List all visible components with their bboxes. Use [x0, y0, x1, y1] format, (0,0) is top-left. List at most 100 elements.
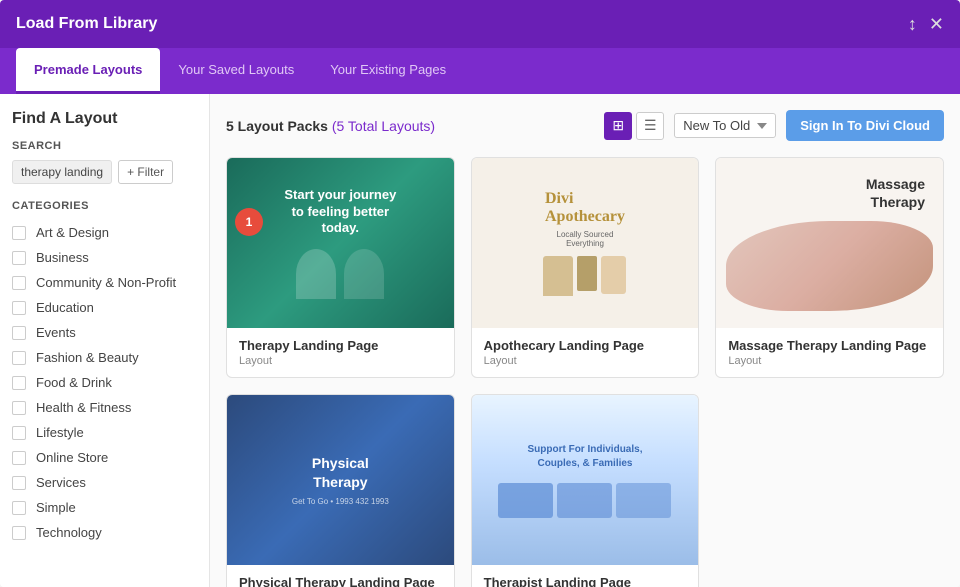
- card-thumb-therapy: Start your journeyto feeling bettertoday…: [227, 158, 454, 328]
- tab-saved[interactable]: Your Saved Layouts: [160, 48, 312, 94]
- modal-title: Load From Library: [16, 15, 908, 33]
- card-therapist[interactable]: Support For Individuals,Couples, & Famil…: [471, 394, 700, 587]
- card-massage[interactable]: MassageTherapy Massage Therapy Landing P…: [715, 157, 944, 378]
- sort-icon[interactable]: ↕: [908, 14, 917, 35]
- category-item-events[interactable]: Events: [12, 320, 197, 345]
- categories-label: Categories: [12, 200, 197, 212]
- product-bottle-3: [601, 256, 626, 294]
- cat-checkbox-online-store[interactable]: [12, 451, 26, 465]
- sort-select[interactable]: New To Old Old To New A to Z Z to A: [674, 113, 776, 138]
- cat-label-simple: Simple: [36, 500, 76, 515]
- modal-body: Find A Layout Search therapy landing + F…: [0, 94, 960, 587]
- category-item-food[interactable]: Food & Drink: [12, 370, 197, 395]
- cat-checkbox-health[interactable]: [12, 401, 26, 415]
- card-info-therapist: Therapist Landing Page Layout: [472, 565, 699, 587]
- search-tag[interactable]: therapy landing: [12, 160, 112, 184]
- category-item-health[interactable]: Health & Fitness: [12, 395, 197, 420]
- apoth-products: [543, 256, 626, 296]
- results-count: 5 Layout Packs: [226, 118, 328, 134]
- therapist-service-blocks: [498, 483, 671, 518]
- grid-view-button[interactable]: ⊞: [604, 112, 632, 140]
- modal-header: Load From Library ↕ ✕: [0, 0, 960, 48]
- cat-label-food: Food & Drink: [36, 375, 112, 390]
- cards-grid: Start your journeyto feeling bettertoday…: [226, 157, 944, 587]
- tab-existing[interactable]: Your Existing Pages: [312, 48, 464, 94]
- category-item-simple[interactable]: Simple: [12, 495, 197, 520]
- cat-label-community: Community & Non-Profit: [36, 275, 176, 290]
- cat-label-online-store: Online Store: [36, 450, 108, 465]
- close-icon[interactable]: ✕: [929, 14, 944, 35]
- massage-image-blob: [726, 221, 933, 311]
- product-bottle-2: [577, 256, 597, 291]
- sidebar: Find A Layout Search therapy landing + F…: [0, 94, 210, 587]
- cat-checkbox-services[interactable]: [12, 476, 26, 490]
- tab-premade[interactable]: Premade Layouts: [16, 48, 160, 94]
- sign-in-cloud-button[interactable]: Sign In To Divi Cloud: [786, 110, 944, 141]
- cat-checkbox-lifestyle[interactable]: [12, 426, 26, 440]
- results-total: (5 Total Layouts): [332, 118, 435, 134]
- search-label: Search: [12, 140, 197, 152]
- cat-label-technology: Technology: [36, 525, 102, 540]
- cat-label-fashion: Fashion & Beauty: [36, 350, 139, 365]
- card-info-physical: Physical Therapy Landing Page Layout: [227, 565, 454, 587]
- category-item-business[interactable]: Business: [12, 245, 197, 270]
- card-name-therapy: Therapy Landing Page: [239, 338, 442, 353]
- card-thumb-physical: PhysicalTherapy Get To Go • 1993 432 199…: [227, 395, 454, 565]
- category-item-fashion[interactable]: Fashion & Beauty: [12, 345, 197, 370]
- header-icons: ↕ ✕: [908, 14, 944, 35]
- massage-header: MassageTherapy: [726, 175, 933, 211]
- category-list: Art & Design Business Community & Non-Pr…: [12, 220, 197, 545]
- cat-checkbox-simple[interactable]: [12, 501, 26, 515]
- figure-silhouette-1: [296, 249, 336, 299]
- service-block-3: [616, 483, 671, 518]
- massage-thumb-text: MassageTherapy: [866, 175, 933, 211]
- card-type-massage: Layout: [728, 355, 931, 367]
- divi-branding: DiviApothecary: [545, 190, 625, 226]
- card-badge-1: 1: [235, 208, 263, 236]
- service-block-1: [498, 483, 553, 518]
- category-item-lifestyle[interactable]: Lifestyle: [12, 420, 197, 445]
- thumb-figures: [296, 249, 384, 299]
- card-thumb-therapist: Support For Individuals,Couples, & Famil…: [472, 395, 699, 565]
- therapist-headline: Support For Individuals,Couples, & Famil…: [527, 443, 642, 471]
- service-block-2: [557, 483, 612, 518]
- category-item-education[interactable]: Education: [12, 295, 197, 320]
- card-thumb-apothecary: DiviApothecary Locally SourcedEverything: [472, 158, 699, 328]
- tabs-bar: Premade Layouts Your Saved Layouts Your …: [0, 48, 960, 94]
- cat-label-services: Services: [36, 475, 86, 490]
- toolbar: 5 Layout Packs (5 Total Layouts) ⊞ ☰ New…: [226, 110, 944, 141]
- apoth-tagline: Locally SourcedEverything: [557, 230, 614, 248]
- cat-label-events: Events: [36, 325, 76, 340]
- list-view-button[interactable]: ☰: [636, 112, 664, 140]
- card-apothecary[interactable]: DiviApothecary Locally SourcedEverything…: [471, 157, 700, 378]
- thumb-headline-1: Start your journeyto feeling bettertoday…: [284, 187, 396, 238]
- cat-checkbox-education[interactable]: [12, 301, 26, 315]
- category-item-community[interactable]: Community & Non-Profit: [12, 270, 197, 295]
- card-physical[interactable]: PhysicalTherapy Get To Go • 1993 432 199…: [226, 394, 455, 587]
- cat-checkbox-events[interactable]: [12, 326, 26, 340]
- cat-checkbox-food[interactable]: [12, 376, 26, 390]
- card-info-therapy: Therapy Landing Page Layout: [227, 328, 454, 377]
- cat-checkbox-fashion[interactable]: [12, 351, 26, 365]
- search-bar: therapy landing + Filter: [12, 160, 197, 184]
- category-item-art[interactable]: Art & Design: [12, 220, 197, 245]
- cat-checkbox-community[interactable]: [12, 276, 26, 290]
- cat-label-education: Education: [36, 300, 94, 315]
- filter-button[interactable]: + Filter: [118, 160, 173, 184]
- category-item-online-store[interactable]: Online Store: [12, 445, 197, 470]
- category-item-technology[interactable]: Technology: [12, 520, 197, 545]
- cat-label-art: Art & Design: [36, 225, 109, 240]
- cat-checkbox-business[interactable]: [12, 251, 26, 265]
- category-item-services[interactable]: Services: [12, 470, 197, 495]
- card-name-massage: Massage Therapy Landing Page: [728, 338, 931, 353]
- results-text: 5 Layout Packs (5 Total Layouts): [226, 118, 594, 134]
- sidebar-title: Find A Layout: [12, 110, 197, 128]
- cat-label-health: Health & Fitness: [36, 400, 131, 415]
- product-bottle-1: [543, 256, 573, 296]
- cat-checkbox-technology[interactable]: [12, 526, 26, 540]
- card-therapy-landing[interactable]: Start your journeyto feeling bettertoday…: [226, 157, 455, 378]
- cat-checkbox-art[interactable]: [12, 226, 26, 240]
- card-name-physical: Physical Therapy Landing Page: [239, 575, 442, 587]
- card-name-apothecary: Apothecary Landing Page: [484, 338, 687, 353]
- physical-sub: Get To Go • 1993 432 1993: [292, 497, 389, 506]
